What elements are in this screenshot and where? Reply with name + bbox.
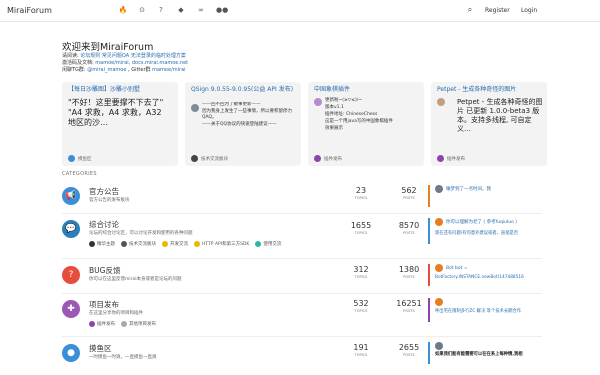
subcategory-link[interactable]: 插件发布 xyxy=(89,321,115,327)
featured-card[interactable]: QSign 9.0.55-9.0.95(公益 API 发布) ——回不回为了敏事… xyxy=(185,82,301,166)
fire-icon[interactable]: 🔥 xyxy=(118,5,128,15)
category-description: 论坛的综合讨论区，可以讨论开发和使用的各种问题 xyxy=(89,231,193,236)
avatar[interactable] xyxy=(437,98,445,106)
avatar[interactable] xyxy=(435,218,443,226)
category-name[interactable]: 项目发布 xyxy=(89,299,119,310)
card-body: "不好！这里要撑不下去了" "A4 求救，A4 求救，A32 地区的沙… xyxy=(68,98,164,127)
card-title[interactable]: Petpet - 生成各种奇怪的图片 xyxy=(437,86,543,93)
category-name[interactable]: 综合讨论 xyxy=(89,219,119,230)
category-dot-icon xyxy=(68,155,75,162)
featured-card[interactable]: 【每日沙雕图】沙雕小别墅 "不好！这里要撑不下去了" "A4 求救，A4 求救，… xyxy=(62,82,178,166)
category-dot-icon xyxy=(191,155,198,162)
avatar[interactable] xyxy=(435,298,443,306)
card-category[interactable]: 技术交流板块 xyxy=(191,155,228,162)
tags-icon[interactable]: ◆ xyxy=(176,5,186,15)
page-title: 欢迎来到MiraiForum xyxy=(62,42,154,53)
category-row: 💬 综合讨论 论坛的综合讨论区，可以讨论开发和使用的各种问题 精华主题 技术交流… xyxy=(62,218,542,256)
avatar[interactable] xyxy=(314,98,322,106)
chat-bubbles-icon[interactable]: 💬 xyxy=(62,220,80,238)
subcategory-link[interactable]: 技术交流板块 xyxy=(121,241,156,247)
category-row: ✚ 项目发布 在这里分享你的项目和插件 插件发布 其他项目发布 532 TOPIC… xyxy=(62,298,542,334)
avatar[interactable] xyxy=(435,185,443,193)
category-name[interactable]: BUG反馈 xyxy=(89,265,120,276)
topics-count: 532 TOPICS xyxy=(353,299,369,313)
plugin-icon[interactable]: ✚ xyxy=(62,300,80,318)
topics-count: 191 TOPICS xyxy=(353,343,369,357)
card-title[interactable]: 中国象棋插件 xyxy=(314,86,420,93)
posts-count: 8570 POSTS xyxy=(398,221,420,235)
latest-post[interactable]: Bot bot = BotFactory.INSTANCE.newBot(147… xyxy=(428,264,540,286)
subcategory-link[interactable]: HTTP API和第三方SDK xyxy=(194,241,249,247)
card-title[interactable]: 【每日沙雕图】沙雕小别墅 xyxy=(68,86,174,93)
card-category[interactable]: 摸鱼区 xyxy=(68,155,92,162)
register-link[interactable]: Register xyxy=(485,7,510,14)
top-navbar: MiraiForum 🔥 ⊙ ? ◆ ∞ ●● ⌕ Register Login xyxy=(0,0,600,22)
featured-card[interactable]: 中国象棋插件 更新啦~(≥▽≤)/~ 版本v1.1 插件地址: ChineseC… xyxy=(308,82,424,166)
category-description: 一时摸鱼一时爽，一直摸鱼一直爽 xyxy=(89,355,157,360)
login-link[interactable]: Login xyxy=(521,7,537,14)
subcategory-link[interactable]: 其他项目发布 xyxy=(121,321,156,327)
subcategory-link[interactable]: 精华主题 xyxy=(89,241,115,247)
card-body: ——回不回为了敏事更新—— 因为我身上发生了一些事情，所以要积留停力QAQ。 —… xyxy=(202,102,292,127)
subcategory-link[interactable]: 使用交流 xyxy=(255,241,281,247)
question-icon[interactable]: ? xyxy=(156,5,166,15)
category-description: 官方公告的发布板块 xyxy=(89,198,130,203)
site-title[interactable]: MiraiForum xyxy=(7,6,52,15)
subcategory-list: 精华主题 技术交流板块 开发交流 HTTP API和第三方SDK 使用交流 xyxy=(89,241,281,247)
avatar[interactable] xyxy=(435,264,443,272)
category-row: ● 摸鱼区 一时摸鱼一时爽，一直摸鱼一直爽 191 TOPICS 2655 POST… xyxy=(62,342,542,372)
latest-post[interactable]: 如果我们能有能需要可以在在系上每种情,我相 xyxy=(428,342,540,364)
card-body: 更新啦~(≥▽≤)/~ 版本v1.1 插件地址: ChineseChess 这是… xyxy=(325,98,393,131)
category-name[interactable]: 官方公告 xyxy=(89,186,119,197)
info-line-chat: 闲聊TG群: @mirai_mamoe , Gitter群 mamoe/mira… xyxy=(62,67,186,73)
categories-heading: CATEGORIES xyxy=(62,171,97,177)
posts-count: 2655 POSTS xyxy=(398,343,420,357)
avatar[interactable] xyxy=(191,104,199,112)
rules-links[interactable]: 论坛规则 常见问题QA 无法登录的临时处理方案 xyxy=(80,53,186,59)
category-dot-icon xyxy=(437,155,444,162)
category-row: ? BUG反馈 你可以在这里反馈mirai本身或者是论坛的问题 312 TOPIC… xyxy=(62,264,542,294)
megaphone-icon[interactable]: 📢 xyxy=(62,187,80,205)
card-title[interactable]: QSign 9.0.55-9.0.95(公益 API 发布) xyxy=(191,86,297,93)
posts-count: 1380 POSTS xyxy=(398,265,420,279)
clock-icon[interactable]: ⊙ xyxy=(137,5,147,15)
latest-post[interactable]: 睡梦到了一点时间，我 xyxy=(428,185,540,207)
latest-post[interactable]: 呼出宅在限制多行ZC 解决 等个技术长期合作 xyxy=(428,298,540,322)
card-body: Petpet - 生成各种奇怪的图片 已更新 1.0.0-beta3 版本。支持… xyxy=(457,98,543,133)
topics-count: 1655 TOPICS xyxy=(350,221,372,235)
users-icon[interactable]: ●● xyxy=(216,5,228,15)
info-line-docs: 激活码及文档: mamoe/mirai, docs.mirai.mamoe.ne… xyxy=(62,60,189,66)
card-category[interactable]: 插件发布 xyxy=(314,155,342,162)
subcategory-link[interactable]: 开发交流 xyxy=(162,241,188,247)
info-line-rules: 请阅读: 论坛规则 常见问题QA 无法登录的临时处理方案 xyxy=(62,53,186,59)
divider xyxy=(62,293,542,294)
latest-post[interactable]: 你可以理解为老了 ( 参考fuqiuluo ) 现在还有问题/有何意外建议或者，… xyxy=(428,218,540,244)
topics-count: 23 TOPICS xyxy=(354,186,368,200)
posts-count: 562 POSTS xyxy=(401,186,417,200)
topics-count: 312 TOPICS xyxy=(353,265,369,279)
gitter-link[interactable]: mamoe/mirai xyxy=(152,67,185,73)
divider xyxy=(62,213,542,214)
divider xyxy=(62,258,542,259)
card-category[interactable]: 插件发布 xyxy=(437,155,465,162)
avatar[interactable] xyxy=(435,342,443,350)
link-icon[interactable]: ∞ xyxy=(196,5,206,15)
search-icon[interactable]: ⌕ xyxy=(465,5,475,15)
category-description: 在这里分享你的项目和插件 xyxy=(89,311,143,316)
fish-icon[interactable]: ● xyxy=(62,344,80,362)
telegram-link[interactable]: @mirai_mamoe xyxy=(87,67,126,73)
category-name[interactable]: 摸鱼区 xyxy=(89,343,112,354)
featured-card[interactable]: Petpet - 生成各种奇怪的图片 Petpet - 生成各种奇怪的图片 已更… xyxy=(431,82,547,166)
divider xyxy=(62,336,542,337)
question-icon[interactable]: ? xyxy=(62,266,80,284)
subcategory-list: 插件发布 其他项目发布 xyxy=(89,321,156,327)
category-description: 你可以在这里反馈mirai本身或者是论坛的问题 xyxy=(89,277,182,282)
category-dot-icon xyxy=(314,155,321,162)
posts-count: 16251 POSTS xyxy=(396,299,422,313)
category-row: 📢 官方公告 官方公告的发布板块 23 TOPICS 562 POSTS 睡梦到了一… xyxy=(62,185,542,215)
docs-links[interactable]: mamoe/mirai, docs.mirai.mamoe.net xyxy=(95,60,188,66)
